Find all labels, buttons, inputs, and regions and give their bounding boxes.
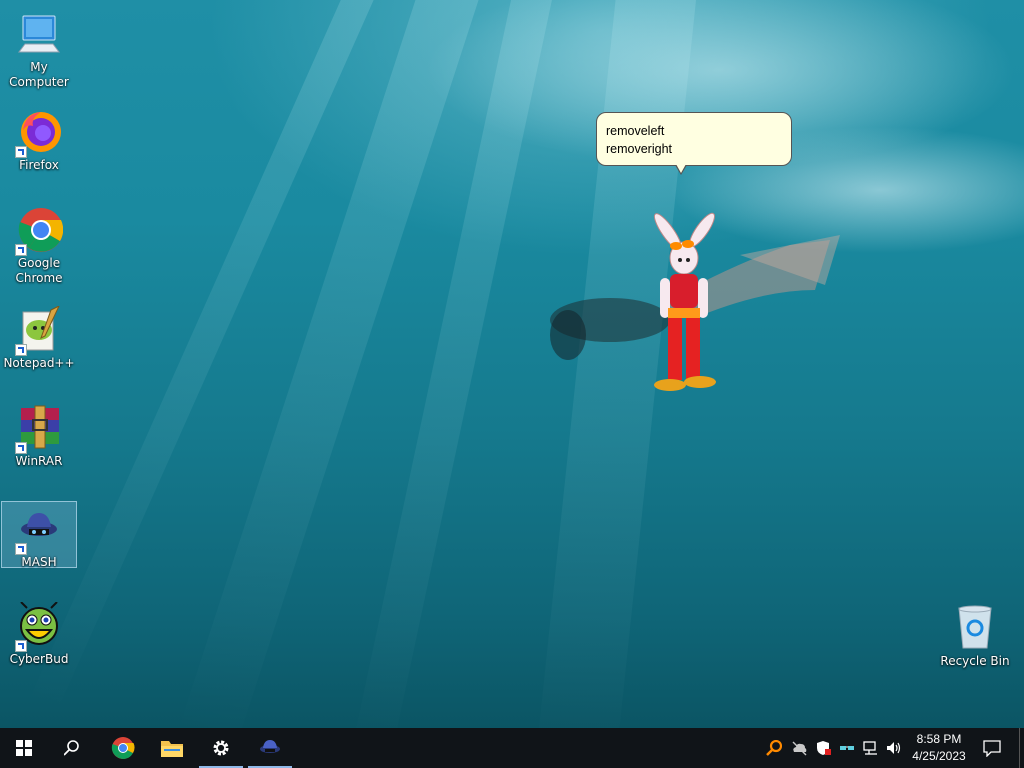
balloon-line: removeleft [606, 124, 665, 138]
desktop-icon-mash[interactable]: MASH [1, 501, 77, 569]
shortcut-arrow-icon [15, 442, 27, 454]
assistant-speech-balloon: removeleft removeright [596, 112, 792, 175]
volume-icon[interactable] [886, 740, 902, 756]
network-cloud-icon[interactable] [791, 740, 807, 756]
icon-label: Notepad++ [3, 356, 75, 370]
balloon-tail [675, 164, 687, 175]
icon-label: WinRAR [15, 454, 63, 468]
shortcut-arrow-icon [15, 344, 27, 356]
taskbar-settings-button[interactable] [197, 728, 245, 768]
chrome-icon [15, 206, 64, 256]
icon-label: CyberBud [9, 652, 69, 666]
bunny-assistant-character[interactable] [630, 210, 730, 400]
icon-label: My Computer [9, 60, 69, 89]
chrome-icon [111, 737, 135, 759]
settings-icon [213, 740, 229, 756]
taskbar: 8:58 PM 4/25/2023 [0, 728, 1024, 768]
taskbar-file-explorer-button[interactable] [148, 728, 196, 768]
mash-icon [15, 505, 63, 555]
icon-label: MASH [21, 555, 57, 569]
shortcut-arrow-icon [15, 244, 27, 256]
shortcut-arrow-icon [15, 543, 27, 555]
cyberbud-icon [15, 601, 63, 652]
clock-time: 8:58 PM [916, 732, 962, 746]
recycle-bin-icon [951, 604, 999, 652]
firefox-icon [15, 108, 63, 158]
winrar-icon [15, 404, 63, 454]
desktop-icon-google-chrome[interactable]: Google Chrome [0, 202, 78, 286]
search-icon [64, 740, 79, 756]
glasses-icon[interactable] [839, 740, 855, 756]
desktop-icon-winrar[interactable]: WinRAR [0, 400, 78, 469]
desktop-icon-firefox[interactable]: Firefox [0, 104, 78, 173]
show-desktop-button[interactable] [1019, 728, 1020, 768]
taskbar-mash-button[interactable] [246, 728, 294, 768]
icon-label: Google Chrome [15, 256, 63, 285]
taskbar-chrome-button[interactable] [99, 728, 147, 768]
clock-date: 4/25/2023 [912, 749, 966, 763]
start-icon [16, 740, 32, 756]
balloon-line: removeright [606, 142, 672, 156]
taskbar-clock[interactable]: 8:58 PM 4/25/2023 [906, 731, 972, 765]
desktop-icon-my-computer[interactable]: My Computer [0, 6, 78, 90]
search-button[interactable] [48, 728, 96, 768]
icon-label: Firefox [19, 158, 59, 172]
desktop-icon-notepad-plus-plus[interactable]: Notepad++ [0, 302, 78, 371]
security-shield-icon[interactable] [815, 740, 831, 756]
notifications-icon[interactable] [983, 740, 1001, 757]
desktop[interactable]: My Computer Firefox Google Chrome Notepa… [0, 0, 1024, 728]
desktop-icon-cyberbud[interactable]: CyberBud [0, 598, 78, 667]
magnifier-tray-icon[interactable] [766, 740, 782, 756]
shortcut-arrow-icon [15, 640, 27, 652]
file-explorer-icon [161, 741, 183, 757]
mash-icon [260, 740, 280, 753]
icon-label: Recycle Bin [940, 654, 1010, 668]
start-button[interactable] [0, 728, 48, 768]
notepad-plus-plus-icon [15, 304, 63, 356]
my-computer-icon [15, 10, 63, 58]
shortcut-arrow-icon [15, 146, 27, 158]
desktop-icon-recycle-bin[interactable]: Recycle Bin [936, 600, 1014, 669]
network-icon[interactable] [863, 740, 879, 756]
